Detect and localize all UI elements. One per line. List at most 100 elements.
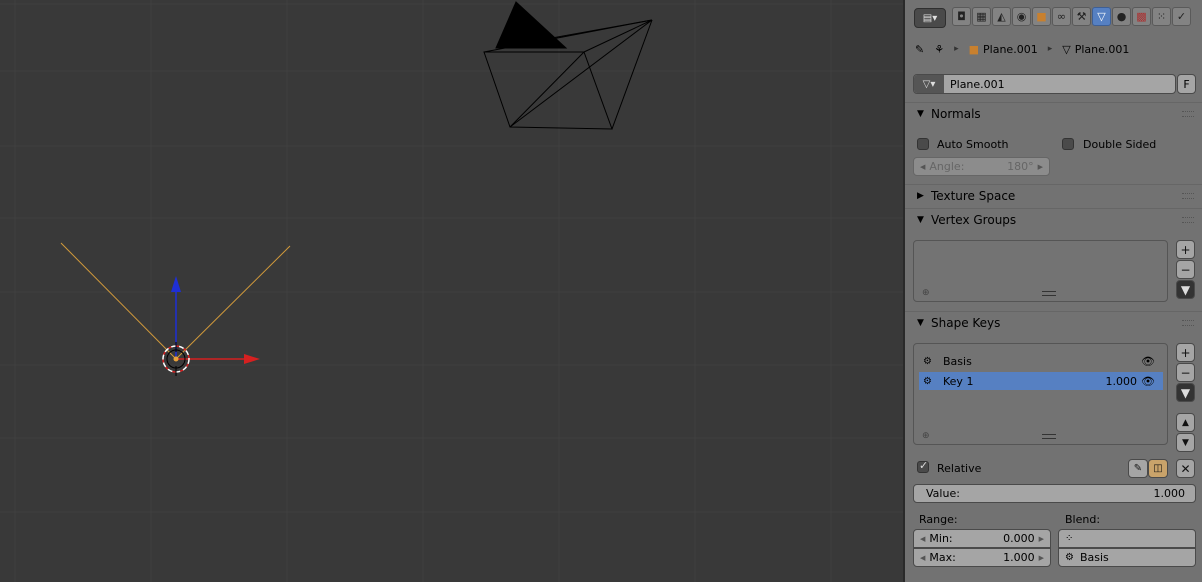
shape-key-pin-button[interactable]: ✎ [1128, 459, 1148, 478]
properties-editor-icon: ▤▾ [922, 12, 938, 24]
breadcrumb-mesh: Plane.001 [1074, 42, 1130, 56]
pin-icon[interactable]: ✎ [915, 43, 924, 56]
tab-object[interactable]: ■ [1032, 7, 1051, 26]
tab-texture[interactable]: ▩ [1132, 7, 1151, 26]
min-label: Min: [929, 532, 953, 545]
plus-icon: + [1180, 242, 1191, 257]
shape-key-edit-mode-button[interactable]: ◫ [1148, 459, 1168, 478]
shape-keys-list[interactable]: ⚙ Basis 👁 ⚙ Key 1 1.000 👁 ⊕ [913, 343, 1168, 445]
texture-space-panel-header[interactable]: ▶ Texture Space [905, 184, 1202, 207]
relative-key-field[interactable]: ⚙ Basis [1058, 548, 1196, 567]
relative-checkbox[interactable] [917, 459, 929, 473]
scene-data-icon: ⚘ [934, 42, 945, 56]
editor-type-button[interactable]: ▤▾ [914, 8, 946, 28]
tab-material[interactable]: ● [1112, 7, 1131, 26]
drag-grip-icon[interactable] [1182, 193, 1194, 199]
camera-icon: ◘ [957, 10, 966, 23]
chevron-right-icon: ▶ [1037, 162, 1043, 171]
properties-editor: ▤▾ ◘ ▦ ◭ ◉ ■ ∞ ⚒ ▽ ● ▩ ⁙ ✓ ✎ ⚘ ▸ ■ Plane… [905, 0, 1202, 582]
eye-icon[interactable]: 👁 [1141, 375, 1155, 388]
remove-vertex-group-button[interactable]: − [1176, 260, 1195, 279]
add-shape-key-button[interactable]: + [1176, 343, 1195, 362]
shape-keys-title: Shape Keys [931, 316, 1001, 330]
shape-key-value[interactable]: 1.000 [1106, 375, 1138, 388]
shape-key-icon: ⚙ [923, 375, 932, 387]
x-axis-arrow-head [244, 354, 260, 364]
camera-object[interactable] [483, 1, 653, 130]
viewport-canvas[interactable] [0, 0, 903, 582]
chevron-right-icon: ▸ [1047, 44, 1053, 54]
fake-user-button[interactable]: F [1177, 74, 1196, 94]
blend-vertex-group-field[interactable]: ⁘ [1058, 529, 1196, 548]
pin-icon: ✎ [1133, 463, 1143, 474]
tab-world[interactable]: ◉ [1012, 7, 1031, 26]
shape-keys-panel-header[interactable]: ▼ Shape Keys [905, 311, 1202, 334]
auto-smooth-checkbox[interactable] [917, 138, 929, 150]
vertex-group-specials-button[interactable]: ▼ [1176, 280, 1195, 299]
shape-key-icon: ⚙ [1065, 552, 1074, 563]
drag-grip-icon[interactable] [1182, 111, 1194, 117]
object-cube-icon: ■ [1036, 10, 1047, 23]
vertex-groups-list[interactable]: ⊕ [913, 240, 1168, 302]
move-shape-key-down-button[interactable]: ▼ [1176, 433, 1195, 452]
edit-mode-icon: ◫ [1153, 463, 1163, 474]
drag-grip-icon[interactable] [1182, 217, 1194, 223]
context-tabs: ▤▾ ◘ ▦ ◭ ◉ ■ ∞ ⚒ ▽ ● ▩ ⁙ ✓ [905, 0, 1202, 36]
remove-shape-key-button[interactable]: − [1176, 363, 1195, 382]
tab-modifiers[interactable]: ⚒ [1072, 7, 1091, 26]
vertex-groups-title: Vertex Groups [931, 213, 1017, 227]
scene-icon: ◭ [997, 10, 1006, 23]
drag-grip-icon[interactable] [1182, 320, 1194, 326]
3d-viewport[interactable] [0, 0, 903, 582]
normals-panel-header[interactable]: ▼ Normals [905, 102, 1202, 125]
range-min-field[interactable]: ◀ Min: 0.000 ▶ [913, 529, 1051, 548]
browse-mesh-icon[interactable]: ▽▾ [914, 75, 944, 93]
tab-render-layers[interactable]: ▦ [972, 7, 991, 26]
shape-key-specials-button[interactable]: ▼ [1176, 383, 1195, 402]
up-arrow-icon: ▲ [1182, 417, 1189, 428]
auto-smooth-label: Auto Smooth [937, 138, 1009, 151]
shape-key-value-field[interactable]: Value: 1.000 [913, 484, 1196, 503]
resize-grip-icon[interactable] [1042, 434, 1056, 439]
particles-icon: ⁙ [1156, 10, 1167, 23]
chevron-right-icon: ▶ [1038, 534, 1044, 543]
vertex-group-icon: ⁘ [1065, 533, 1074, 544]
tab-particles[interactable]: ⁙ [1152, 7, 1171, 26]
angle-field[interactable]: ◀ Angle: 180° ▶ [913, 157, 1050, 176]
tab-physics[interactable]: ✓ [1172, 7, 1191, 26]
object-cube-icon: ■ [968, 42, 980, 56]
chevron-left-icon: ◀ [920, 553, 926, 562]
texture-space-title: Texture Space [931, 189, 1016, 203]
filter-options-icon[interactable]: ⊕ [922, 288, 930, 298]
datablock-name[interactable]: Plane.001 [950, 78, 1005, 91]
plus-icon: + [1180, 345, 1191, 360]
add-vertex-group-button[interactable]: + [1176, 240, 1195, 259]
tab-constraints[interactable]: ∞ [1052, 7, 1071, 26]
list-item[interactable]: ⚙ Basis 👁 [919, 352, 1163, 370]
x-icon: ✕ [1180, 461, 1191, 476]
vertex-groups-panel-header[interactable]: ▼ Vertex Groups [905, 208, 1202, 231]
list-item-selected[interactable]: ⚙ Key 1 1.000 👁 [919, 372, 1163, 390]
shape-key-name[interactable]: Basis [943, 355, 972, 368]
filter-options-icon[interactable]: ⊕ [922, 431, 930, 441]
resize-grip-icon[interactable] [1042, 291, 1056, 296]
triangle-down-icon: ▼ [917, 318, 924, 328]
tab-object-data[interactable]: ▽ [1092, 7, 1111, 26]
angle-value: 180° [1007, 160, 1034, 173]
tab-scene[interactable]: ◭ [992, 7, 1011, 26]
double-sided-checkbox[interactable] [1062, 138, 1074, 150]
range-max-field[interactable]: ◀ Max: 1.000 ▶ [913, 548, 1051, 567]
clear-shape-key-button[interactable]: ✕ [1176, 459, 1195, 478]
grid [0, 0, 903, 582]
relative-label: Relative [937, 462, 982, 475]
relative-key-value: Basis [1079, 551, 1109, 564]
move-shape-key-up-button[interactable]: ▲ [1176, 413, 1195, 432]
lamp-object[interactable] [60, 242, 291, 376]
value-label: Value: [926, 487, 960, 500]
shape-key-name[interactable]: Key 1 [943, 375, 973, 388]
mesh-datablock-field[interactable]: ▽▾ Plane.001 [913, 74, 1176, 94]
eye-icon[interactable]: 👁 [1141, 355, 1155, 368]
blend-label: Blend: [1065, 513, 1101, 526]
tab-render[interactable]: ◘ [952, 7, 971, 26]
texture-checker-icon: ▩ [1136, 10, 1147, 23]
